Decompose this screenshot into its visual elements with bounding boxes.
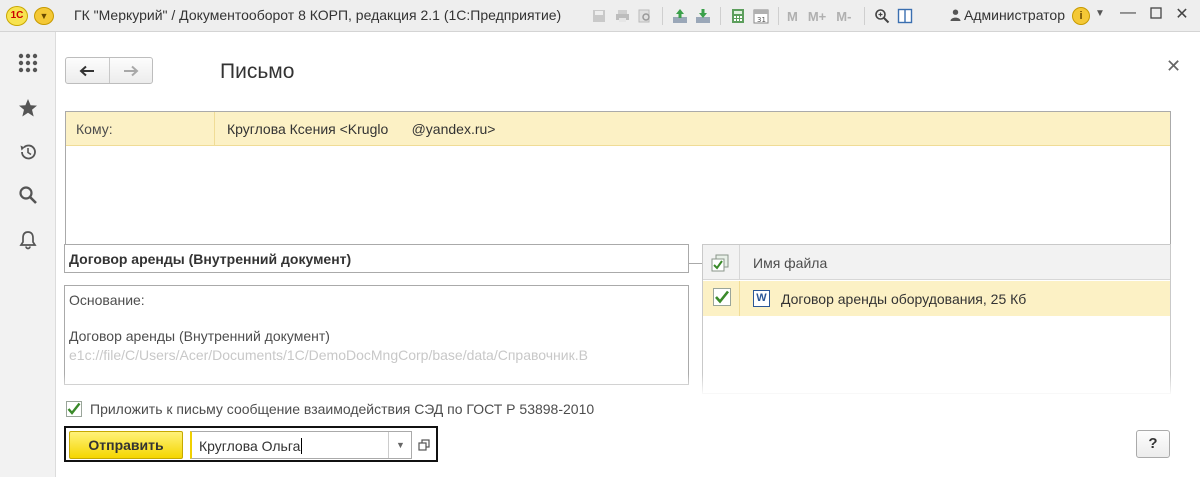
history-icon[interactable] xyxy=(14,138,42,166)
to-label: Кому: xyxy=(76,121,113,137)
attach-sed-label: Приложить к письму сообщение взаимодейст… xyxy=(90,401,595,417)
toolbar-separator xyxy=(720,7,721,25)
user-icon xyxy=(950,9,961,21)
bell-icon[interactable] xyxy=(14,226,42,254)
memory-m-button[interactable]: M xyxy=(787,9,798,24)
subject-field[interactable]: Договор аренды (Внутренний документ) xyxy=(64,244,689,273)
panels-icon[interactable] xyxy=(896,7,914,25)
print-icon[interactable] xyxy=(613,7,631,25)
checkmark-icon xyxy=(715,290,730,304)
current-user[interactable]: Администратор xyxy=(950,7,1065,23)
arrow-right-icon xyxy=(123,65,139,76)
info-icon[interactable]: i xyxy=(1072,7,1090,25)
body-line: Договор аренды (Внутренний документ) xyxy=(69,328,330,344)
chevron-down-icon[interactable]: ▼ xyxy=(388,432,412,458)
page-title: Письмо xyxy=(220,60,295,83)
navigation-buttons xyxy=(65,57,153,84)
save-icon[interactable] xyxy=(590,7,608,25)
main-menu-icon[interactable]: ▼ xyxy=(34,7,54,25)
attach-sed-checkbox[interactable] xyxy=(66,401,82,417)
to-value: Круглова Ксения <Kruglo @yandex.ru> xyxy=(227,121,496,137)
chevron-down-icon[interactable]: ▼ xyxy=(1095,8,1105,19)
attached-files-table: Имя файла W Договор аренды оборудования,… xyxy=(702,244,1171,394)
recipients-table: Кому: Круглова Ксения <Kruglo @yandex.ru… xyxy=(65,111,1171,264)
user-name: Администратор xyxy=(964,7,1066,23)
body-line: Основание: xyxy=(69,292,145,308)
form-close-icon[interactable]: ✕ xyxy=(1166,56,1181,77)
responsible-field[interactable]: Круглова Ольга ▼ xyxy=(190,431,412,459)
preview-icon[interactable] xyxy=(636,7,654,25)
files-table-header: Имя файла xyxy=(703,245,1170,280)
arrow-left-icon xyxy=(79,65,95,76)
back-button[interactable] xyxy=(66,58,109,83)
check-all-icon[interactable] xyxy=(711,254,729,272)
zoom-icon[interactable] xyxy=(873,7,891,25)
calculator-icon[interactable] xyxy=(729,7,747,25)
minimize-icon[interactable]: — xyxy=(1118,4,1138,22)
responsible-value: Круглова Ольга xyxy=(199,438,303,454)
titlebar-toolbar: 31 M M+ M- xyxy=(590,6,919,26)
memory-plus-button[interactable]: M+ xyxy=(808,9,826,24)
body-line: e1c://file/C/Users/Acer/Documents/1C/Dem… xyxy=(69,347,588,363)
svg-text:31: 31 xyxy=(757,16,766,24)
send-panel: Отправить Круглова Ольга ▼ xyxy=(64,426,438,462)
window-title: ГК "Меркурий" / Документооборот 8 КОРП, … xyxy=(74,7,562,23)
subject-text: Договор аренды (Внутренний документ) xyxy=(69,251,352,267)
star-icon[interactable] xyxy=(14,94,42,122)
window-close-icon[interactable]: ✕ xyxy=(1172,4,1192,24)
letter-form: Письмо ✕ Кому: Круглова Ксения <Kruglo @… xyxy=(56,32,1200,477)
file-checkbox[interactable] xyxy=(713,288,731,306)
window-titlebar: 1С ▼ ГК "Меркурий" / Документооборот 8 К… xyxy=(0,0,1200,32)
open-icon[interactable] xyxy=(414,431,434,459)
maximize-icon[interactable] xyxy=(1146,4,1166,24)
toolbar-separator xyxy=(778,7,779,25)
memory-minus-button[interactable]: M- xyxy=(836,9,851,24)
message-body[interactable]: Основание: Договор аренды (Внутренний до… xyxy=(64,285,689,385)
help-button[interactable]: ? xyxy=(1136,430,1170,458)
send-button[interactable]: Отправить xyxy=(69,431,183,459)
upload-icon[interactable] xyxy=(671,7,689,25)
file-name: Договор аренды оборудования, 25 Кб xyxy=(781,291,1027,307)
app-logo: 1С xyxy=(6,6,28,26)
download-icon[interactable] xyxy=(694,7,712,25)
toolbar-separator xyxy=(662,7,663,25)
word-document-icon: W xyxy=(753,290,770,307)
checkmark-icon xyxy=(67,402,81,415)
calendar-icon[interactable]: 31 xyxy=(752,7,770,25)
apps-grid-icon[interactable] xyxy=(14,49,42,77)
recipient-row[interactable]: Кому: Круглова Ксения <Kruglo @yandex.ru… xyxy=(66,112,1170,146)
toolbar-separator xyxy=(864,7,866,25)
table-row[interactable]: W Договор аренды оборудования, 25 Кб xyxy=(703,281,1170,316)
file-name-column-header[interactable]: Имя файла xyxy=(753,255,827,271)
forward-button[interactable] xyxy=(110,58,153,83)
search-icon[interactable] xyxy=(14,181,42,209)
left-sidebar xyxy=(0,32,56,477)
